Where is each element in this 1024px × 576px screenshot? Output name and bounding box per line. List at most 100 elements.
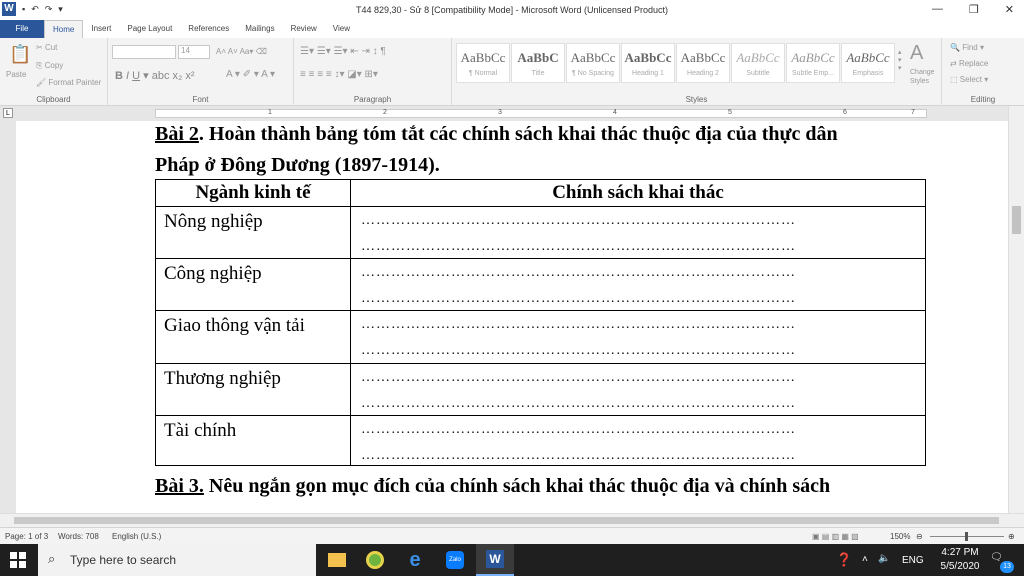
table-row[interactable]: Công nghiệp …………………………………………………………………………… <box>156 258 925 310</box>
table-header-sector: Ngành kinh tế <box>195 182 311 203</box>
format-painter-button[interactable]: 🖌 Format Painter <box>36 78 101 87</box>
zoom-out-icon[interactable]: ⊖ <box>916 532 923 541</box>
copy-icon: ⎘ <box>36 61 45 70</box>
select-button[interactable]: ⬚ Select ▾ <box>950 75 988 84</box>
chrome-icon[interactable] <box>356 544 394 576</box>
font-size-box[interactable]: 14 <box>178 45 210 59</box>
clock[interactable]: 4:27 PM 5/5/2020 <box>936 547 984 576</box>
font-name-box[interactable] <box>112 45 176 59</box>
change-styles-icon[interactable]: A <box>910 42 923 65</box>
paste-icon[interactable]: 📋 <box>9 44 31 65</box>
taskbar-search[interactable]: ⌕ Type here to search <box>38 544 316 576</box>
tab-view[interactable]: View <box>325 20 358 38</box>
ribbon: 📋 Paste ✂ Cut ⎘ Copy 🖌 Format Painter Cl… <box>0 38 1024 106</box>
view-mode-icons[interactable]: ▣ ▤ ▥ ▦ ▧ <box>812 532 859 541</box>
horizontal-ruler: L 1 2 3 4 5 6 7 <box>0 106 1024 121</box>
tab-page-layout[interactable]: Page Layout <box>119 20 180 38</box>
word-taskbar-icon[interactable]: W <box>476 544 514 576</box>
ruler-number: 5 <box>728 109 732 116</box>
page-count[interactable]: Page: 1 of 3 <box>5 532 48 541</box>
paste-button[interactable]: Paste <box>6 70 26 79</box>
zoom-slider-thumb[interactable] <box>965 532 968 541</box>
zoom-level[interactable]: 150% <box>890 532 910 541</box>
search-placeholder: Type here to search <box>70 553 177 567</box>
ruler-number: 4 <box>613 109 617 116</box>
ruler-number: 7 <box>911 109 915 116</box>
tab-file[interactable]: File <box>0 20 44 38</box>
vertical-ruler <box>0 121 14 513</box>
tab-references[interactable]: References <box>180 20 237 38</box>
horizontal-scrollbar[interactable] <box>0 513 1024 527</box>
row-label: Nông nghiệp <box>164 211 263 232</box>
styles-scroll-icon[interactable]: ▴ ▾ ▾ <box>898 48 902 72</box>
table-row[interactable]: Nông nghiệp …………………………………………………………………………… <box>156 206 925 258</box>
list-icons[interactable]: ☰▾ ☰▾ ☰▾ ⇤ ⇥ ↕ ¶ <box>300 46 386 57</box>
bai3-heading: Bài 3. Nêu ngắn gọn mục đích của chính s… <box>155 475 831 497</box>
bai2-label: Bài 2 <box>155 123 199 145</box>
input-language[interactable]: ENG <box>902 555 924 576</box>
grow-shrink-font-icons[interactable]: A˄ A˅ Aa▾ ⌫ <box>216 47 267 56</box>
replace-button[interactable]: ⇄ Replace <box>950 59 988 68</box>
language-indicator[interactable]: English (U.S.) <box>112 532 161 541</box>
bai2-heading-line2: Pháp ở Đông Dương (1897-1914). <box>155 154 440 176</box>
copy-button[interactable]: ⎘ Copy <box>36 61 63 71</box>
minimize-icon[interactable]: — <box>932 3 943 16</box>
tab-home[interactable]: Home <box>44 19 84 39</box>
scroll-thumb[interactable] <box>14 517 999 524</box>
table-row[interactable]: Thương nghiệp ……………………………………………………………………… <box>156 363 925 415</box>
styles-group: AaBbCc ¶ Normal AaBbC Title AaBbCc ¶ No Spa… <box>452 38 942 106</box>
bai3-label: Bài 3. <box>155 475 204 497</box>
restore-icon[interactable]: ❐ <box>969 3 979 16</box>
vertical-scrollbar[interactable] <box>1008 106 1024 513</box>
fill-line: …………………………………………………………………………… <box>361 343 796 358</box>
editing-label: Editing <box>970 95 996 104</box>
replace-icon: ⇄ <box>950 59 959 68</box>
cut-button[interactable]: ✂ Cut <box>36 43 57 52</box>
close-icon[interactable]: ✕ <box>1005 3 1014 16</box>
edge-icon[interactable]: e <box>396 544 434 576</box>
file-explorer-icon[interactable] <box>318 544 356 576</box>
style-title[interactable]: AaBbC Title <box>511 43 565 83</box>
cursor-icon: ⬚ <box>950 75 960 84</box>
style-normal[interactable]: AaBbCc ¶ Normal <box>456 43 510 83</box>
fill-line: …………………………………………………………………………… <box>361 422 796 437</box>
scroll-thumb[interactable] <box>1012 206 1021 234</box>
style-subtle-emphasis[interactable]: AaBbCc Subtle Emp... <box>786 43 840 83</box>
style-heading-2[interactable]: AaBbCc Heading 2 <box>676 43 730 83</box>
fill-line: …………………………………………………………………………… <box>361 317 796 332</box>
fill-line: …………………………………………………………………………… <box>361 291 796 306</box>
word-count[interactable]: Words: 708 <box>58 532 99 541</box>
zalo-icon[interactable]: Zalo <box>436 544 474 576</box>
paragraph-label: Paragraph <box>353 95 392 104</box>
fill-line: …………………………………………………………………………… <box>361 265 796 280</box>
window-controls: — ❐ ✕ <box>932 3 1014 16</box>
font-format-icons[interactable]: B I U ▾ abc x₂ x² <box>115 69 195 82</box>
tab-insert[interactable]: Insert <box>83 20 119 38</box>
zoom-in-icon[interactable]: ⊕ <box>1008 532 1015 541</box>
style-no-spacing[interactable]: AaBbCc ¶ No Spacing <box>566 43 620 83</box>
font-color-icons[interactable]: A ▾ ✐ ▾ A ▾ <box>226 69 275 80</box>
style-emphasis[interactable]: AaBbCc Emphasis <box>841 43 895 83</box>
policy-table[interactable]: Ngành kinh tế Chính sách khai thác Nông … <box>155 179 926 466</box>
style-subtitle[interactable]: AaBbCc Subtitle <box>731 43 785 83</box>
document-page[interactable]: Bài 2. Hoàn thành bảng tóm tắt các chính… <box>16 121 1008 513</box>
tab-mailings[interactable]: Mailings <box>237 20 282 38</box>
notification-badge: 13 <box>1000 561 1014 573</box>
volume-icon[interactable]: 🔈 <box>878 553 890 576</box>
change-styles-button[interactable]: Change Styles <box>910 68 940 86</box>
style-heading-1[interactable]: AaBbCc Heading 1 <box>621 43 675 83</box>
tray-chevron-icon[interactable]: ˄ <box>862 554 868 576</box>
table-row[interactable]: Tài chính …………………………………………………………………………… … <box>156 415 925 465</box>
help-icon[interactable]: ❓ <box>836 552 852 576</box>
clipboard-group: 📋 Paste ✂ Cut ⎘ Copy 🖌 Format Painter Cl… <box>0 38 108 106</box>
table-row[interactable]: Giao thông vận tải ………………………………………………………… <box>156 310 925 363</box>
ruler-track[interactable]: 1 2 3 4 5 6 7 <box>155 109 927 118</box>
windows-start-icon[interactable] <box>10 552 26 568</box>
tab-selector[interactable]: L <box>3 108 13 118</box>
find-button[interactable]: 🔍 Find ▾ <box>950 43 984 52</box>
search-icon: ⌕ <box>48 551 56 566</box>
tab-review[interactable]: Review <box>283 20 325 38</box>
styles-label: Styles <box>685 95 708 104</box>
row-label: Thương nghiệp <box>164 368 281 389</box>
align-icons[interactable]: ≡ ≡ ≡ ≡ ↕▾ ◪▾ ⊞▾ <box>300 69 378 80</box>
